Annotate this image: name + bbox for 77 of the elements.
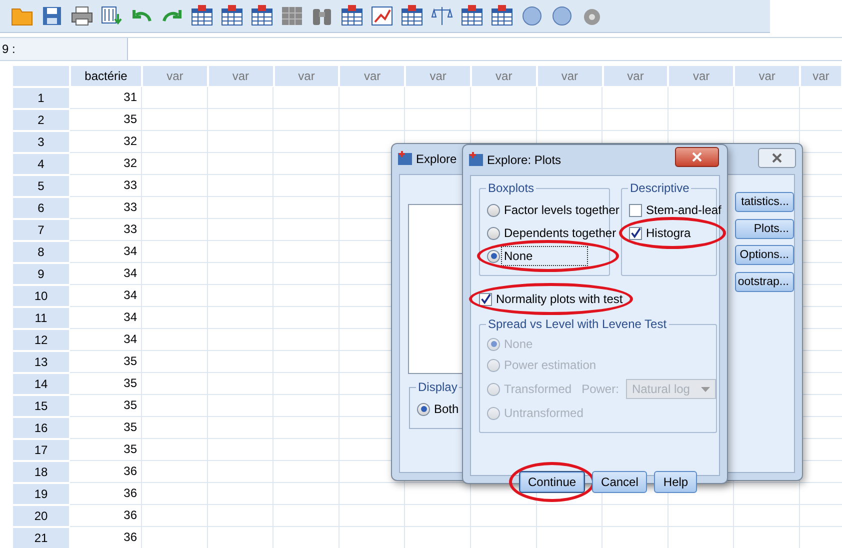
dropdown-arrow-icon (701, 386, 710, 392)
radio-label: Untransformed (504, 406, 584, 420)
circle-icon[interactable] (550, 4, 574, 28)
circle-icon[interactable] (520, 4, 544, 28)
row-number[interactable]: 3 (12, 131, 70, 153)
radio-label: None (504, 337, 533, 351)
row-number[interactable]: 17 (12, 439, 70, 461)
checkbox-label: Stem-and-leaf (646, 203, 722, 217)
dialog-button[interactable]: tatistics... (735, 192, 794, 212)
radio-button[interactable] (487, 204, 500, 216)
power-label: Power: (582, 382, 619, 396)
row-number[interactable]: 21 (12, 527, 70, 548)
row-number[interactable]: 4 (12, 153, 70, 175)
dialog-button[interactable]: Options... (735, 245, 794, 265)
radio-label: None (504, 249, 585, 263)
radio-label: Transformed (504, 382, 572, 396)
dialog-button[interactable]: Cancel (592, 471, 648, 493)
row-number[interactable]: 13 (12, 351, 70, 373)
dialog-title: Explore: Plots (487, 153, 562, 167)
row-number[interactable]: 20 (12, 505, 70, 527)
dialog-button[interactable]: Help (654, 471, 698, 493)
row-number[interactable]: 1 (12, 87, 70, 109)
scale-icon[interactable] (430, 4, 454, 28)
radio-label: Factor levels together (504, 203, 620, 217)
row-number[interactable]: 18 (12, 461, 70, 483)
save-icon[interactable] (40, 4, 64, 28)
row-number[interactable]: 8 (12, 241, 70, 263)
radio-label: Power estimation (504, 358, 596, 372)
close-icon (692, 152, 702, 162)
row-number[interactable]: 7 (12, 219, 70, 241)
printer-icon[interactable] (70, 4, 94, 28)
row-number[interactable]: 16 (12, 417, 70, 439)
row-number[interactable]: 19 (12, 483, 70, 505)
corner-cell (12, 65, 70, 87)
close-button[interactable] (758, 148, 796, 168)
group-label: Spread vs Level with Levene Test (486, 317, 669, 331)
row-number[interactable]: 9 (12, 263, 70, 285)
checkbox[interactable] (629, 204, 642, 216)
row-number[interactable]: 5 (12, 175, 70, 197)
checkbox[interactable] (629, 226, 642, 240)
checkbox-label: Normality plots with test (496, 292, 623, 306)
radio-button[interactable] (487, 226, 500, 240)
dialog-button[interactable]: ootstrap... (735, 272, 794, 292)
table-icon[interactable] (490, 4, 514, 28)
row-number[interactable]: 6 (12, 197, 70, 219)
radio-button[interactable] (487, 250, 500, 262)
close-button[interactable] (675, 147, 719, 167)
table-icon[interactable] (190, 4, 214, 28)
close-icon (772, 153, 782, 163)
checkbox[interactable] (479, 292, 492, 306)
radio-button[interactable] (417, 402, 430, 416)
group-label: Display (416, 380, 460, 394)
column-header[interactable]: bactérie (70, 65, 142, 87)
chart-icon[interactable] (370, 4, 394, 28)
row-number[interactable]: 2 (12, 109, 70, 131)
row-number[interactable]: 11 (12, 307, 70, 329)
table-icon[interactable] (340, 4, 364, 28)
group-label: Boxplots (486, 181, 536, 195)
row-number[interactable]: 14 (12, 373, 70, 395)
table-icon[interactable] (400, 4, 424, 28)
dialog-title: Explore (416, 152, 457, 166)
app-icon (468, 151, 484, 167)
row-number[interactable]: 10 (12, 285, 70, 307)
table-icon[interactable] (460, 4, 484, 28)
radio-label: Both (434, 402, 459, 416)
table-icon[interactable] (250, 4, 274, 28)
row-number[interactable]: 15 (12, 395, 70, 417)
grid-icon[interactable] (280, 4, 304, 28)
table-icon[interactable] (220, 4, 244, 28)
cell-reference: 9 : (0, 38, 127, 60)
app-icon (397, 150, 413, 166)
dialog-button[interactable]: Plots... (735, 218, 794, 238)
row-number[interactable]: 12 (12, 329, 70, 351)
radio-label: Dependents together (504, 226, 616, 240)
checkbox-label: Histogra (646, 226, 691, 240)
group-label: Descriptive (628, 181, 692, 195)
dialog-button[interactable]: Continue (519, 471, 586, 493)
